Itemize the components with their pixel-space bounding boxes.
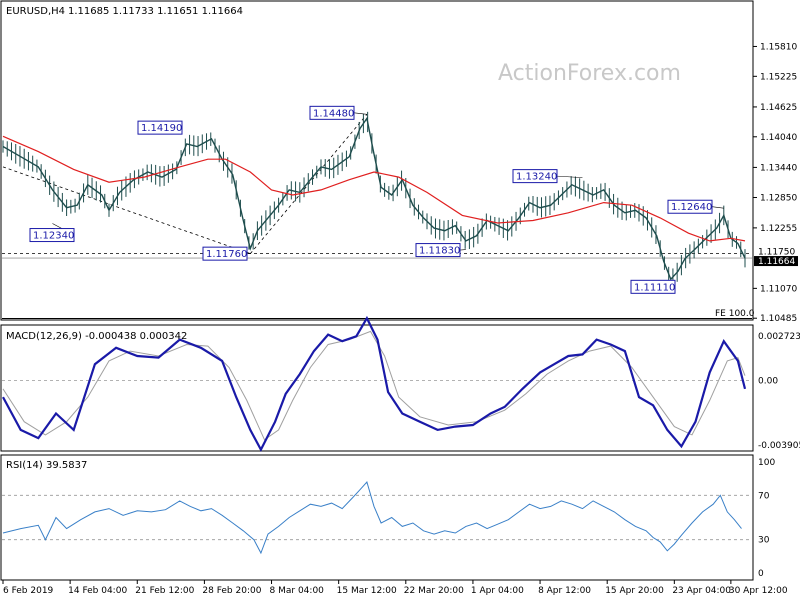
time-axis-label: 23 Apr 04:00 xyxy=(672,586,731,596)
price-axis-label: 1.12850 xyxy=(760,194,797,204)
time-axis-label: 6 Feb 2019 xyxy=(3,586,54,596)
macd-axis-label: 0.00 xyxy=(758,377,778,387)
time-axis-label: 30 Apr 12:00 xyxy=(729,586,788,596)
time-axis-label: 15 Mar 12:00 xyxy=(337,586,397,596)
fe-label: FE 100.0 xyxy=(715,309,755,319)
last-price-label: 1.11664 xyxy=(758,257,795,267)
macd-title: MACD(12,26,9) -0.000438 0.000342 xyxy=(6,331,187,342)
swing-label: 1.11760 xyxy=(206,249,247,260)
price-axis-label: 1.11070 xyxy=(760,284,797,294)
time-axis-label: 21 Feb 12:00 xyxy=(135,586,194,596)
price-axis-label: 1.13440 xyxy=(760,163,797,173)
symbol-label: EURUSD,H4 xyxy=(6,6,65,17)
price-axis-label: 1.15225 xyxy=(760,72,797,82)
swing-label: 1.14480 xyxy=(313,108,354,119)
macd-panel xyxy=(0,324,754,452)
time-axis-label: 28 Feb 20:00 xyxy=(202,586,261,596)
time-axis-label: 8 Apr 12:00 xyxy=(538,586,591,596)
watermark: ActionForex.com xyxy=(498,61,681,86)
time-axis-label: 8 Mar 04:00 xyxy=(270,586,325,596)
price-axis-label: 1.10485 xyxy=(760,314,797,324)
price-axis-label: 1.12255 xyxy=(760,224,797,234)
swing-label: 1.12340 xyxy=(33,231,74,242)
rsi-axis-label: 100 xyxy=(758,458,775,468)
price-axis-label: 1.15810 xyxy=(760,42,797,52)
macd-axis-label: -0.003905 xyxy=(758,441,800,451)
ohlc-values: 1.11685 1.11733 1.11651 1.11664 xyxy=(68,6,243,17)
swing-label: 1.13240 xyxy=(516,172,557,183)
time-axis-label: 15 Apr 20:00 xyxy=(605,586,664,596)
swing-label: 1.11830 xyxy=(419,246,460,257)
price-panel xyxy=(0,0,754,321)
macd-axis-label: 0.002723 xyxy=(758,332,800,342)
chart-canvas: EURUSD,H4 1.11685 1.11733 1.11651 1.1166… xyxy=(0,0,800,596)
swing-label: 1.11110 xyxy=(634,282,675,293)
swing-label: 1.12640 xyxy=(671,202,712,213)
price-axis-label: 1.14625 xyxy=(760,103,797,113)
rsi-panel xyxy=(0,454,754,581)
rsi-axis-label: 70 xyxy=(758,491,770,501)
swing-label: 1.14190 xyxy=(141,123,182,134)
rsi-title: RSI(14) 39.5837 xyxy=(6,460,87,471)
time-axis-label: 14 Feb 04:00 xyxy=(68,586,127,596)
rsi-axis-label: 0 xyxy=(758,569,764,579)
price-axis-label: 1.14040 xyxy=(760,133,797,143)
time-axis-label: 1 Apr 04:00 xyxy=(471,586,524,596)
time-axis-label: 22 Mar 20:00 xyxy=(404,586,464,596)
rsi-axis-label: 30 xyxy=(758,536,770,546)
